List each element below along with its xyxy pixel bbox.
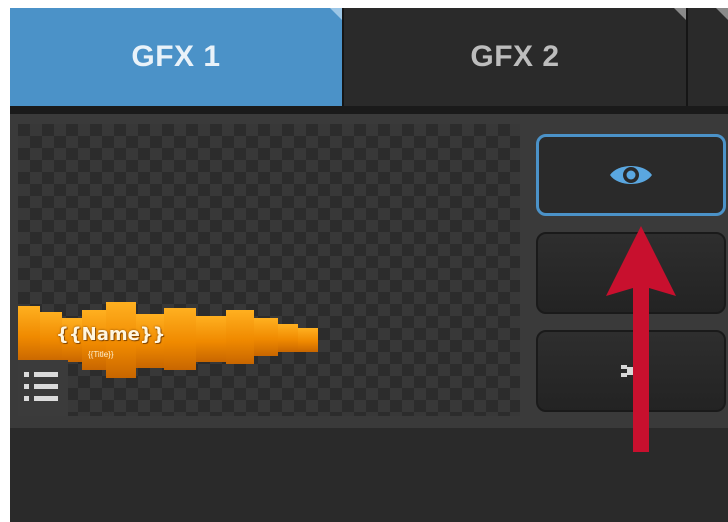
gfx-tab-bar: GFX 1 GFX 2	[10, 8, 728, 106]
gfx-panel: GFX 1 GFX 2 {{Name}} {{Title}}	[10, 8, 728, 522]
lower-third-subtitle: {{Title}}	[88, 350, 114, 359]
list-row	[24, 384, 58, 389]
tab-gfx-1[interactable]: GFX 1	[10, 8, 342, 106]
lt-segment	[278, 324, 298, 352]
lt-segment	[298, 328, 318, 352]
lt-segment	[226, 310, 254, 364]
tab-corner-marker	[716, 8, 728, 20]
tab-corner-marker	[674, 8, 686, 20]
tab-gfx-2-label: GFX 2	[470, 40, 560, 73]
tab-gfx-1-label: GFX 1	[131, 40, 221, 73]
eye-icon	[610, 166, 652, 184]
annotation-arrow-icon	[606, 226, 676, 452]
tab-bar-divider	[10, 106, 728, 114]
lt-segment	[18, 306, 40, 362]
graphic-preview[interactable]: {{Name}} {{Title}}	[18, 124, 520, 416]
tab-gfx-3[interactable]	[688, 8, 728, 106]
tab-corner-marker	[330, 8, 342, 20]
lt-segment	[254, 318, 278, 356]
list-row	[24, 372, 58, 377]
lt-segment	[164, 308, 196, 370]
list-row	[24, 396, 58, 401]
preview-toggle-button[interactable]	[536, 134, 726, 216]
tab-gfx-2[interactable]: GFX 2	[344, 8, 686, 106]
lower-third-name: {{Name}}	[56, 324, 166, 345]
lt-segment	[196, 316, 226, 362]
list-icon[interactable]	[18, 360, 68, 416]
